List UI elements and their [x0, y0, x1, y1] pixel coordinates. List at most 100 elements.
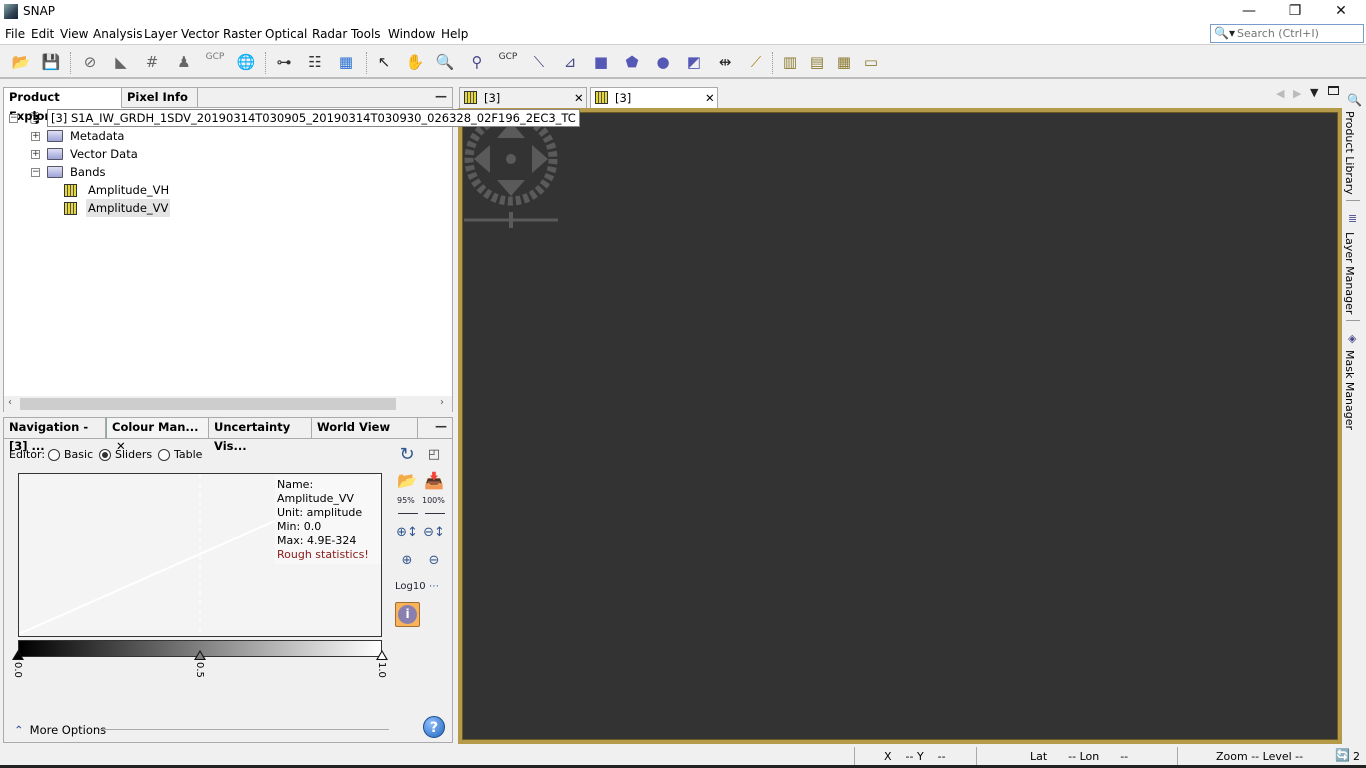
menu-bar: File Edit View Analysis Layer Vector Ras…: [0, 24, 1366, 45]
title-bar: SNAP — ❐ ✕: [0, 0, 1366, 24]
world-map-icon[interactable]: 🌐: [234, 51, 258, 73]
range-finder-tool-icon[interactable]: ⇹: [713, 51, 737, 73]
save-product-icon[interactable]: 💾: [39, 51, 63, 73]
tab-pixel-info[interactable]: Pixel Info: [122, 88, 198, 108]
distribute-sliders-icon[interactable]: ⋯: [422, 575, 446, 599]
tile-single-icon[interactable]: ▭: [859, 51, 883, 73]
product-library-map-icon[interactable]: ▦: [334, 51, 358, 73]
gcp-placing-tool-icon[interactable]: GCP: [496, 51, 520, 73]
scroll-tabs-right-icon[interactable]: ▶: [1293, 87, 1301, 100]
menu-window[interactable]: Window: [388, 27, 435, 41]
tab-amplitude-vh[interactable]: [3] Amplitude_VH ✕: [459, 87, 587, 125]
help-button[interactable]: ?: [423, 716, 445, 738]
tab-amplitude-vv[interactable]: [3] Amplitude_VV ✕: [590, 87, 718, 125]
menu-view[interactable]: View: [60, 27, 88, 41]
graph-builder-icon[interactable]: ⊶: [272, 51, 296, 73]
expand-icon[interactable]: +: [31, 132, 40, 141]
export-icon[interactable]: 📥: [422, 469, 446, 493]
tile-vertically-icon[interactable]: ▤: [805, 51, 829, 73]
zoom-in-horizontal-icon[interactable]: ⊕: [395, 549, 419, 573]
ellipse-drawing-tool-icon[interactable]: ●: [651, 51, 675, 73]
import-icon[interactable]: 📂: [395, 469, 419, 493]
minimize-panel-button[interactable]: —: [432, 89, 450, 103]
pan-tool-icon[interactable]: ✋: [403, 51, 427, 73]
zoom-out-vertical-icon[interactable]: ⊖↕: [422, 521, 446, 545]
close-icon[interactable]: ✕: [705, 88, 715, 108]
show-pins-icon[interactable]: ⊘: [78, 51, 102, 73]
scroll-left-icon[interactable]: ‹: [8, 397, 12, 408]
menu-tools[interactable]: Tools: [351, 27, 381, 41]
node-label: Bands: [70, 165, 106, 179]
menu-analysis[interactable]: Analysis: [93, 27, 142, 41]
open-product-icon[interactable]: 📂: [9, 51, 33, 73]
batch-processing-icon[interactable]: ☷: [303, 51, 327, 73]
tab-world-view[interactable]: World View: [312, 418, 418, 438]
minimize-button[interactable]: —: [1226, 0, 1272, 22]
zoom-in-vertical-icon[interactable]: ⊕↕: [395, 521, 419, 545]
zoom-tool-icon[interactable]: 🔍: [433, 51, 457, 73]
pixel-position-icon[interactable]: ♟: [172, 51, 196, 73]
notifications-icon[interactable]: 🔄: [1335, 748, 1350, 762]
show-shapes-icon[interactable]: ◣: [109, 51, 133, 73]
pin-placing-tool-icon[interactable]: ⚲: [465, 51, 489, 73]
sidebar-product-library[interactable]: Product Library: [1343, 111, 1356, 195]
tile-horizontally-icon[interactable]: ▥: [778, 51, 802, 73]
tree-product-node[interactable]: − 🛢 [3] S1A_IW_GRDH_1SDV_20190314T030905…: [9, 109, 580, 127]
zoom-out-horizontal-icon[interactable]: ⊖: [422, 549, 446, 573]
magic-wand-tool-icon[interactable]: ⟋: [744, 51, 768, 73]
notifications-count[interactable]: 2: [1353, 750, 1360, 763]
restore-button[interactable]: ❐: [1272, 0, 1318, 22]
info-toggle-button[interactable]: i: [395, 602, 420, 627]
menu-optical[interactable]: Optical: [265, 27, 307, 41]
select-tool-icon[interactable]: ↖: [372, 51, 396, 73]
polyline-drawing-tool-icon[interactable]: ⊿: [558, 51, 582, 73]
menu-radar[interactable]: Radar: [312, 27, 347, 41]
scrollbar-thumb[interactable]: [20, 398, 396, 410]
tab-list-dropdown-icon[interactable]: ▼: [1310, 86, 1318, 99]
menu-vector[interactable]: Vector: [181, 27, 219, 41]
radio-button[interactable]: [48, 449, 60, 461]
search-icon[interactable]: 🔍▾: [1214, 26, 1235, 40]
search-input[interactable]: [1237, 27, 1361, 40]
log10-button[interactable]: Log10: [395, 581, 426, 592]
horizontal-scrollbar[interactable]: ‹ ›: [4, 396, 452, 412]
scroll-right-icon[interactable]: ›: [440, 397, 444, 408]
menu-layer[interactable]: Layer: [144, 27, 177, 41]
multi-apply-icon[interactable]: ◰: [422, 443, 446, 467]
tab-uncertainty-visualisation[interactable]: Uncertainty Vis...: [209, 418, 312, 453]
menu-edit[interactable]: Edit: [31, 27, 54, 41]
polygon-drawing-tool-icon[interactable]: ⬟: [620, 51, 644, 73]
minimize-panel-button[interactable]: —: [432, 419, 450, 433]
rectangle-drawing-tool-icon[interactable]: ■: [589, 51, 613, 73]
radio-button[interactable]: [158, 449, 170, 461]
reset-icon[interactable]: ↻: [395, 443, 419, 467]
more-options-toggle[interactable]: ⌃ More Options: [14, 723, 106, 737]
close-button[interactable]: ✕: [1318, 0, 1364, 22]
navigation-control[interactable]: [462, 112, 572, 242]
range-100-button[interactable]: 100%: [422, 496, 445, 505]
insert-vector-tool-icon[interactable]: ◩: [682, 51, 706, 73]
sidebar-layer-manager[interactable]: Layer Manager: [1343, 232, 1356, 314]
radio-button-selected[interactable]: [99, 449, 111, 461]
collapse-icon[interactable]: −: [9, 114, 18, 123]
menu-file[interactable]: File: [5, 27, 25, 41]
menu-raster[interactable]: Raster: [223, 27, 262, 41]
histogram-chart[interactable]: Name: Amplitude_VV Unit: amplitude Min: …: [18, 473, 382, 637]
tab-product-explorer[interactable]: Product Explorer ✕: [4, 88, 122, 123]
maximize-view-icon[interactable]: [1328, 86, 1339, 95]
line-drawing-tool-icon[interactable]: ⟍: [527, 51, 551, 73]
tab-navigation[interactable]: Navigation - [3] ...: [4, 418, 106, 453]
close-icon[interactable]: ✕: [574, 88, 584, 108]
image-viewport[interactable]: [458, 108, 1342, 744]
range-95-button[interactable]: 95%: [397, 496, 415, 505]
expand-icon[interactable]: +: [31, 150, 40, 159]
show-gcp-icon[interactable]: GCP: [203, 51, 227, 73]
scroll-tabs-left-icon[interactable]: ◀: [1276, 87, 1284, 100]
graticule-icon[interactable]: #: [140, 51, 164, 73]
menu-help[interactable]: Help: [441, 27, 468, 41]
search-box[interactable]: 🔍▾: [1210, 24, 1364, 43]
sidebar-mask-manager[interactable]: Mask Manager: [1343, 350, 1356, 430]
tile-evenly-icon[interactable]: ▦: [832, 51, 856, 73]
tab-colour-manipulation[interactable]: Colour Man... ✕: [106, 418, 209, 453]
collapse-icon[interactable]: −: [31, 168, 40, 177]
